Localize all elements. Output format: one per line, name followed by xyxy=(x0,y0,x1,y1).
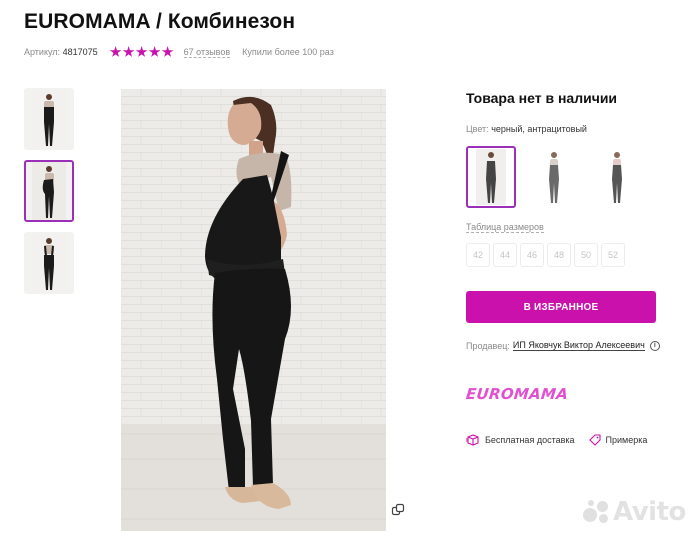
main-product-photo[interactable] xyxy=(121,89,386,531)
size-option[interactable]: 44 xyxy=(493,243,517,267)
size-option[interactable]: 52 xyxy=(601,243,625,267)
thumbnail-photo xyxy=(32,162,66,220)
delivery-box-icon xyxy=(466,434,479,446)
star-icon xyxy=(122,46,135,57)
thumbnail-gallery xyxy=(24,88,74,304)
free-delivery-feature[interactable]: Бесплатная доставка xyxy=(466,434,575,446)
swatch-photo xyxy=(549,152,559,203)
product-details: Товара нет в наличии Цвет: черный, антра… xyxy=(466,90,656,267)
color-swatch-3[interactable] xyxy=(592,146,642,208)
size-option[interactable]: 46 xyxy=(520,243,544,267)
product-meta: Артикул: 4817075 67 отзывов Купили более… xyxy=(24,46,334,58)
article: Артикул: 4817075 xyxy=(24,47,98,57)
seller-label: Продавец: xyxy=(466,340,510,351)
tag-icon xyxy=(588,434,601,446)
watermark-text: Avito xyxy=(613,497,686,527)
size-option[interactable]: 42 xyxy=(466,243,490,267)
article-number: 4817075 xyxy=(62,47,98,57)
rating-stars xyxy=(109,46,174,58)
info-icon[interactable]: i xyxy=(649,340,660,351)
thumbnail-photo xyxy=(32,234,66,292)
feature-label: Примерка xyxy=(605,435,648,445)
thumbnail-3[interactable] xyxy=(24,232,74,294)
copy-expand-icon xyxy=(391,503,405,516)
watermark: Avito xyxy=(582,497,686,527)
swatch-photo xyxy=(476,149,506,205)
avito-logo-icon xyxy=(582,498,610,526)
availability-status: Товара нет в наличии xyxy=(466,90,618,106)
color-value: черный, антрацитовый xyxy=(491,124,587,134)
color-label: Цвет: xyxy=(466,124,489,134)
size-option[interactable]: 50 xyxy=(574,243,598,267)
color-line: Цвет: черный, антрацитовый xyxy=(466,124,656,134)
add-to-favorites-button[interactable]: В ИЗБРАННОЕ xyxy=(466,291,656,323)
thumbnail-1[interactable] xyxy=(24,88,74,150)
seller-info: Продавец: ИП Яковчук Виктор Алексеевич i xyxy=(466,340,660,351)
size-option[interactable]: 48 xyxy=(547,243,571,267)
star-icon xyxy=(109,46,122,57)
color-swatches xyxy=(466,146,656,208)
star-icon xyxy=(148,46,161,57)
product-photo-image xyxy=(121,89,386,531)
thumbnail-photo xyxy=(32,90,66,148)
fitting-feature[interactable]: Примерка xyxy=(588,434,648,446)
purchase-count: Купили более 100 раз xyxy=(242,47,334,57)
features-row: Бесплатная доставка Примерка xyxy=(466,434,661,446)
star-icon xyxy=(161,46,174,57)
brand-logo[interactable]: EUROMAMA xyxy=(465,385,569,403)
star-icon xyxy=(135,46,148,57)
swatch-photo xyxy=(612,152,622,203)
feature-label: Бесплатная доставка xyxy=(485,435,575,445)
seller-link[interactable]: ИП Яковчук Виктор Алексеевич xyxy=(512,340,645,351)
zoom-button[interactable] xyxy=(388,500,408,520)
size-chart-link[interactable]: Таблица размеров xyxy=(466,222,544,233)
product-title: EUROMAMA / Комбинезон xyxy=(24,10,296,33)
thumbnail-2[interactable] xyxy=(24,160,74,222)
article-label: Артикул: xyxy=(24,47,61,57)
size-options: 42 44 46 48 50 52 xyxy=(466,243,656,267)
color-swatch-1[interactable] xyxy=(466,146,516,208)
reviews-link[interactable]: 67 отзывов xyxy=(183,47,231,58)
color-swatch-2[interactable] xyxy=(529,146,579,208)
